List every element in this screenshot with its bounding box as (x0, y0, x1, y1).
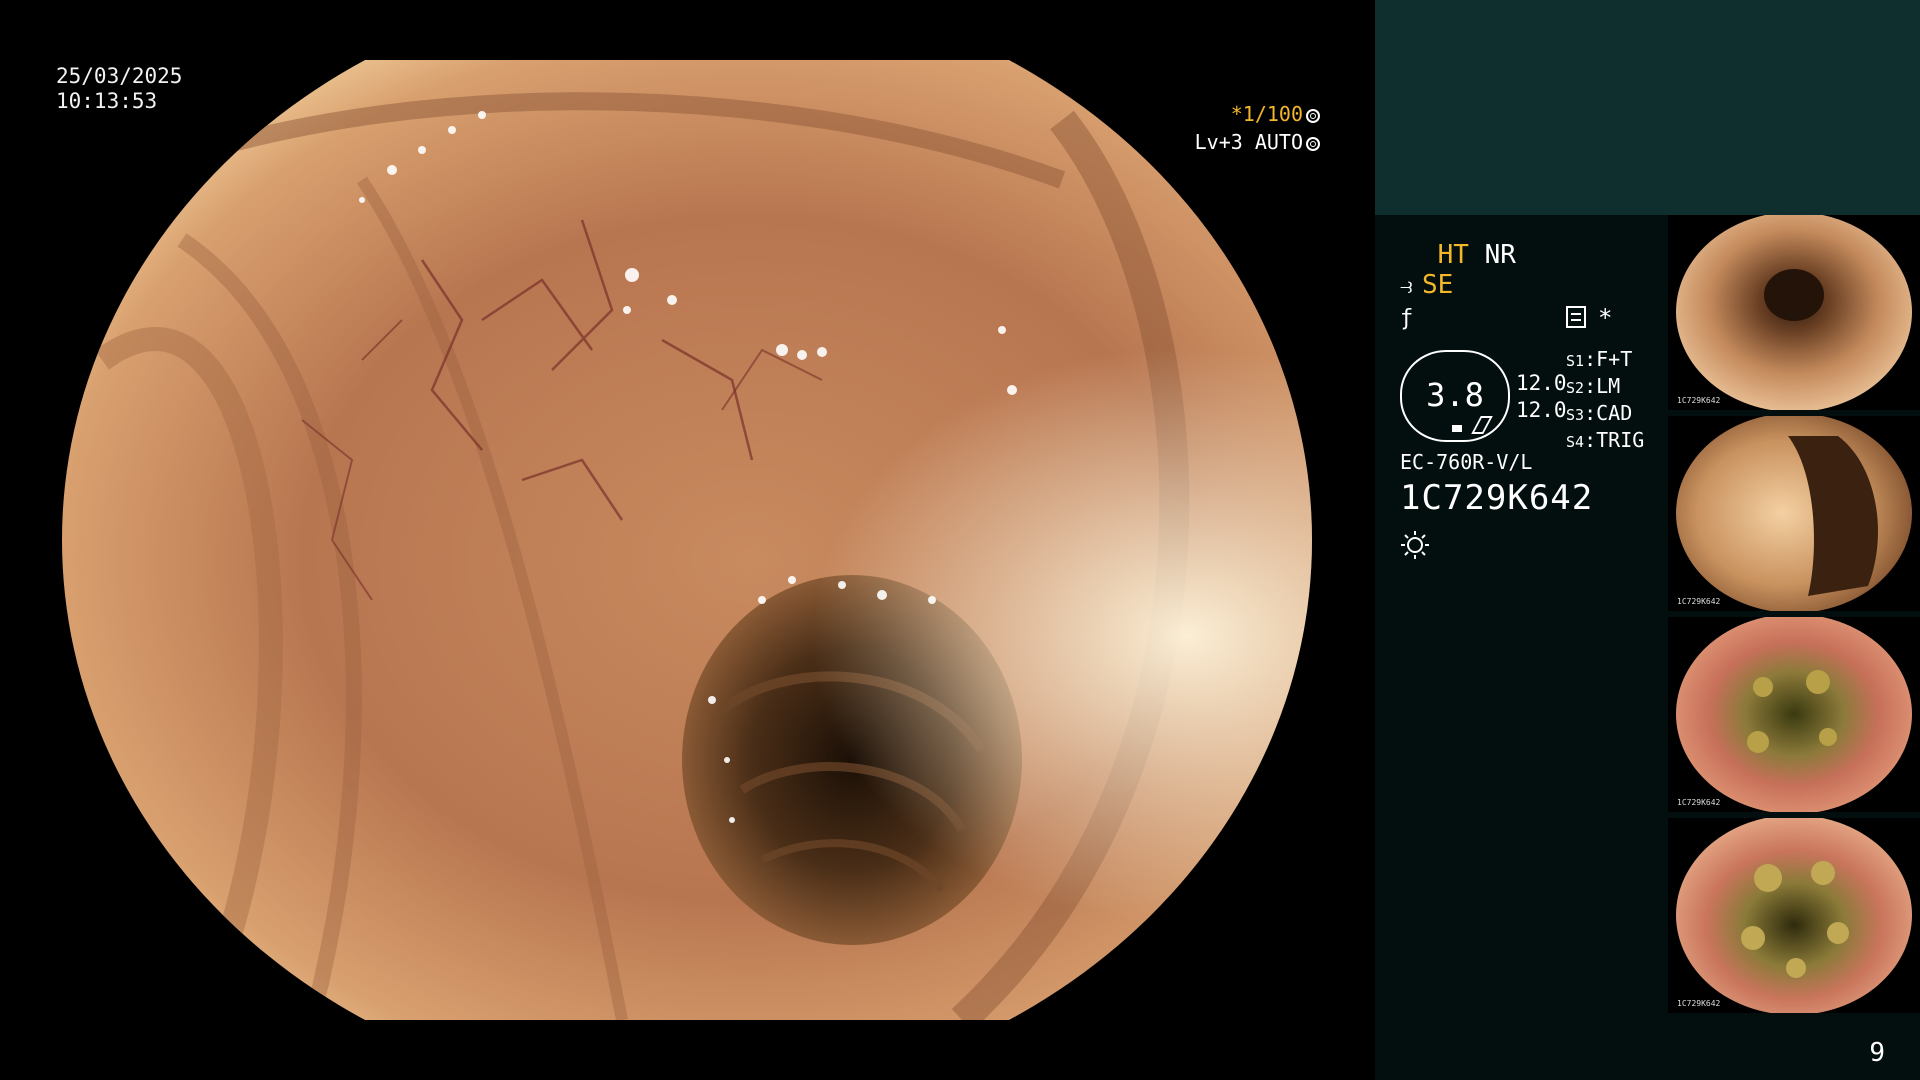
time-text: 10:13:53 (56, 89, 158, 113)
exposure-info: *1/100 Lv+3 AUTO (1195, 100, 1320, 156)
thumbnail-label: 1C729K642 (1677, 798, 1721, 807)
switch-key: S1 (1566, 352, 1585, 370)
date-text: 25/03/2025 (56, 64, 183, 88)
level-row: Lv+3 AUTO (1195, 128, 1320, 156)
value-a: 12.0 (1516, 371, 1567, 395)
switch-value: LM (1596, 374, 1621, 398)
focus-icon: ƒ (1400, 306, 1414, 331)
switch-value: CAD (1596, 401, 1633, 425)
switch-key: S3 (1566, 406, 1585, 424)
endoscopy-main-view (62, 60, 1312, 1020)
shutter-row: *1/100 (1195, 100, 1320, 128)
mode-row-2: ⥽ SE (1400, 270, 1516, 302)
switch-key: S4 (1566, 433, 1585, 451)
switch-value: F+T (1596, 347, 1633, 371)
thumbnail[interactable]: 1C729K642 (1668, 818, 1920, 1013)
scope-serial: 1C729K642 (1400, 478, 1594, 518)
mode-ht: HT (1437, 240, 1469, 270)
auto-icon (1306, 137, 1320, 151)
thumbnail[interactable]: 1C729K642 (1668, 215, 1920, 410)
scope-model: EC-760R-V/L (1400, 450, 1533, 474)
thumbnail-image (1676, 215, 1912, 410)
page-number: 9 (1869, 1038, 1885, 1068)
aperture-icon (1306, 109, 1320, 123)
mode-row-3: ƒ (1400, 302, 1516, 334)
mode-row-1: HT NR (1400, 240, 1516, 270)
mode-status: HT NR ⥽ SE ƒ (1400, 240, 1516, 334)
capture-thumbnails: 1C729K642 1C729K642 1C729K642 1C729K642 (1668, 215, 1920, 1019)
sun-icon (1401, 531, 1429, 559)
lens-slant-icon (1471, 416, 1493, 434)
image-settings-icon (1566, 306, 1586, 328)
mode-nr: NR (1484, 240, 1516, 270)
lens-indicator: 3.8 (1400, 350, 1510, 442)
switch-key: S2 (1566, 379, 1585, 397)
switch-assignments: S1:F+T S2:LM S3:CAD S4:TRIG (1566, 347, 1644, 455)
thumbnail-label: 1C729K642 (1677, 999, 1721, 1008)
switch-row: S2:LM (1566, 374, 1621, 398)
level-auto-text: Lv+3 AUTO (1194, 130, 1303, 154)
endoscopy-image (62, 60, 1312, 1020)
mode-se: SE (1422, 270, 1454, 300)
date-time-readout: 25/03/2025 10:13:53 (56, 64, 182, 114)
lens-marker-icon (1452, 425, 1462, 432)
switch-row: S3:CAD (1566, 401, 1633, 425)
lens-value: 3.8 (1426, 376, 1484, 414)
shutter-speed: *1/100 (1230, 102, 1303, 126)
scope-mode-icon: ⥽ (1400, 274, 1413, 299)
thumbnail-image (1676, 818, 1912, 1013)
thumbnail-image (1676, 416, 1912, 611)
switch-row: S4:TRIG (1566, 428, 1645, 452)
thumbnail-label: 1C729K642 (1677, 396, 1721, 405)
thumbnail-label: 1C729K642 (1677, 597, 1721, 606)
info-panel-top (1375, 0, 1920, 215)
switch-value: TRIG (1596, 428, 1645, 452)
value-column: 12.0 12.0 (1516, 370, 1567, 424)
value-b: 12.0 (1516, 398, 1567, 422)
thumbnail-image (1676, 617, 1912, 812)
thumbnail[interactable]: 1C729K642 (1668, 416, 1920, 611)
switch-row: S1:F+T (1566, 347, 1633, 371)
thumbnail[interactable]: 1C729K642 (1668, 617, 1920, 812)
asterisk-mark: * (1598, 304, 1613, 332)
